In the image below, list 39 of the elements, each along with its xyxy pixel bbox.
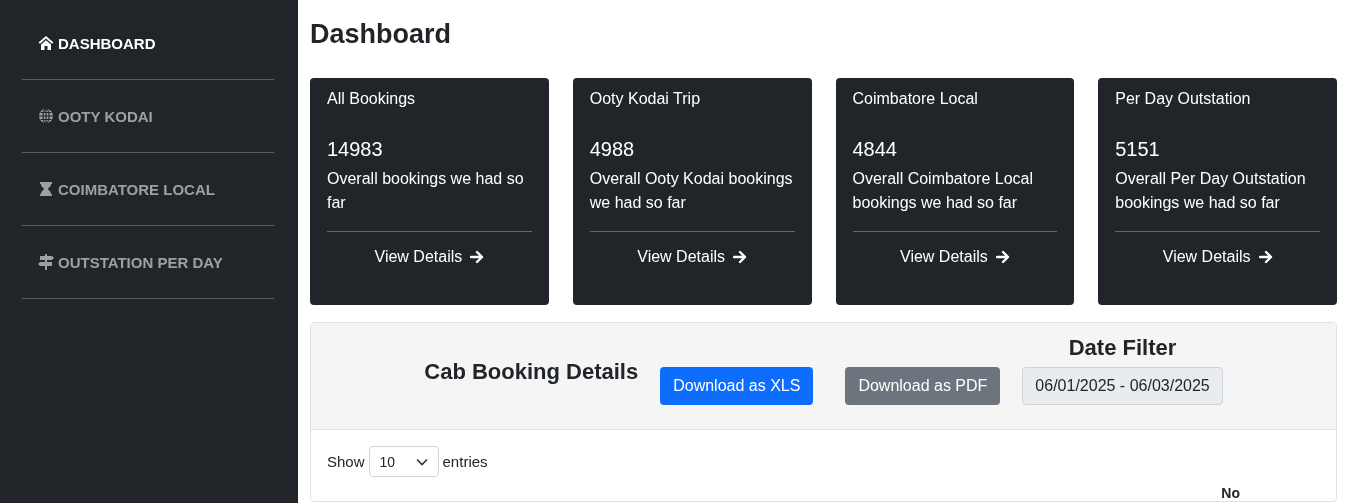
booking-count: 14983: [327, 137, 384, 161]
globe-icon: [38, 108, 54, 124]
column-header[interactable]: No: [1221, 485, 1240, 501]
view-details-link[interactable]: View Details: [852, 231, 1058, 266]
entries-select[interactable]: 10: [368, 446, 439, 477]
card-title: All Bookings: [327, 89, 417, 109]
card-title: Per Day Outstation: [1115, 89, 1252, 109]
hourglass-icon: [38, 181, 54, 197]
home-icon: [38, 35, 54, 51]
booking-count: 4844: [852, 137, 898, 161]
card-description: Overall bookings we had so far: [327, 169, 525, 213]
chevron-down-icon: [415, 457, 428, 466]
booking-count: 4988: [589, 137, 636, 161]
date-range-field[interactable]: 06/01/2025 - 06/03/2025: [1022, 367, 1223, 405]
view-details-link[interactable]: View Details: [1115, 231, 1320, 266]
panel-title: Cab Booking Details: [424, 359, 639, 385]
card-description: Overall Per Day Outstation bookings we had so far: [1115, 169, 1307, 213]
nav-item[interactable]: OOTY KODAI: [22, 80, 274, 153]
card-title: Coimbatore Local: [852, 89, 979, 109]
date-filter-label: Date Filter: [1068, 335, 1177, 361]
arrow-right-icon: [1258, 250, 1273, 264]
show-label: Show: [327, 453, 365, 470]
nav-item[interactable]: OUTSTATION PER DAY: [22, 226, 274, 299]
booking-count: 5151: [1115, 137, 1161, 161]
arrow-right-icon: [995, 250, 1010, 264]
download-button[interactable]: Download as XLS: [660, 367, 814, 405]
page-title: Dashboard: [310, 18, 453, 51]
entries-label: entries: [442, 453, 488, 470]
view-details-link[interactable]: View Details: [589, 231, 795, 266]
signpost-icon: [38, 254, 54, 270]
download-button[interactable]: Download as PDF: [845, 367, 1001, 405]
card-description: Overall Ooty Kodai bookings we had so far: [589, 169, 794, 213]
nav-item[interactable]: COIMBATORE LOCAL: [22, 153, 274, 226]
nav-item[interactable]: DASHBOARD: [22, 7, 274, 80]
card-title: Ooty Kodai Trip: [589, 89, 702, 109]
card-description: Overall Coimbatore Local bookings we had so far: [852, 169, 1035, 213]
arrow-right-icon: [470, 250, 485, 264]
view-details-link[interactable]: View Details: [327, 231, 532, 266]
arrow-right-icon: [733, 250, 747, 264]
